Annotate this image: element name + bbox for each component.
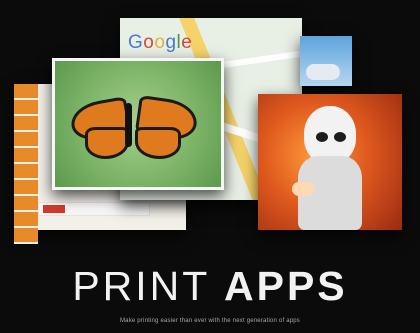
ticket-stripe	[14, 84, 38, 244]
cartoon-hand	[292, 182, 314, 196]
ticket-logo	[38, 202, 150, 216]
cartoon-card	[258, 94, 402, 230]
butterfly-photo-card	[52, 58, 224, 190]
cartoon-eye	[334, 132, 346, 142]
page-title: PRINT APPS	[0, 262, 420, 310]
tagline: Make printing easier than ever with the …	[119, 318, 301, 324]
butterfly-body	[125, 103, 132, 147]
title-print: PRINT	[72, 263, 210, 309]
title-apps: APPS	[224, 263, 348, 309]
butterfly-wing	[135, 127, 181, 159]
google-logo: Google	[128, 32, 193, 53]
print-apps-banner: Google PRINT APPS Make printing easier t…	[0, 0, 420, 333]
butterfly-wing	[85, 127, 129, 159]
sky-photo-card	[300, 36, 352, 86]
cartoon-eye	[316, 132, 328, 142]
